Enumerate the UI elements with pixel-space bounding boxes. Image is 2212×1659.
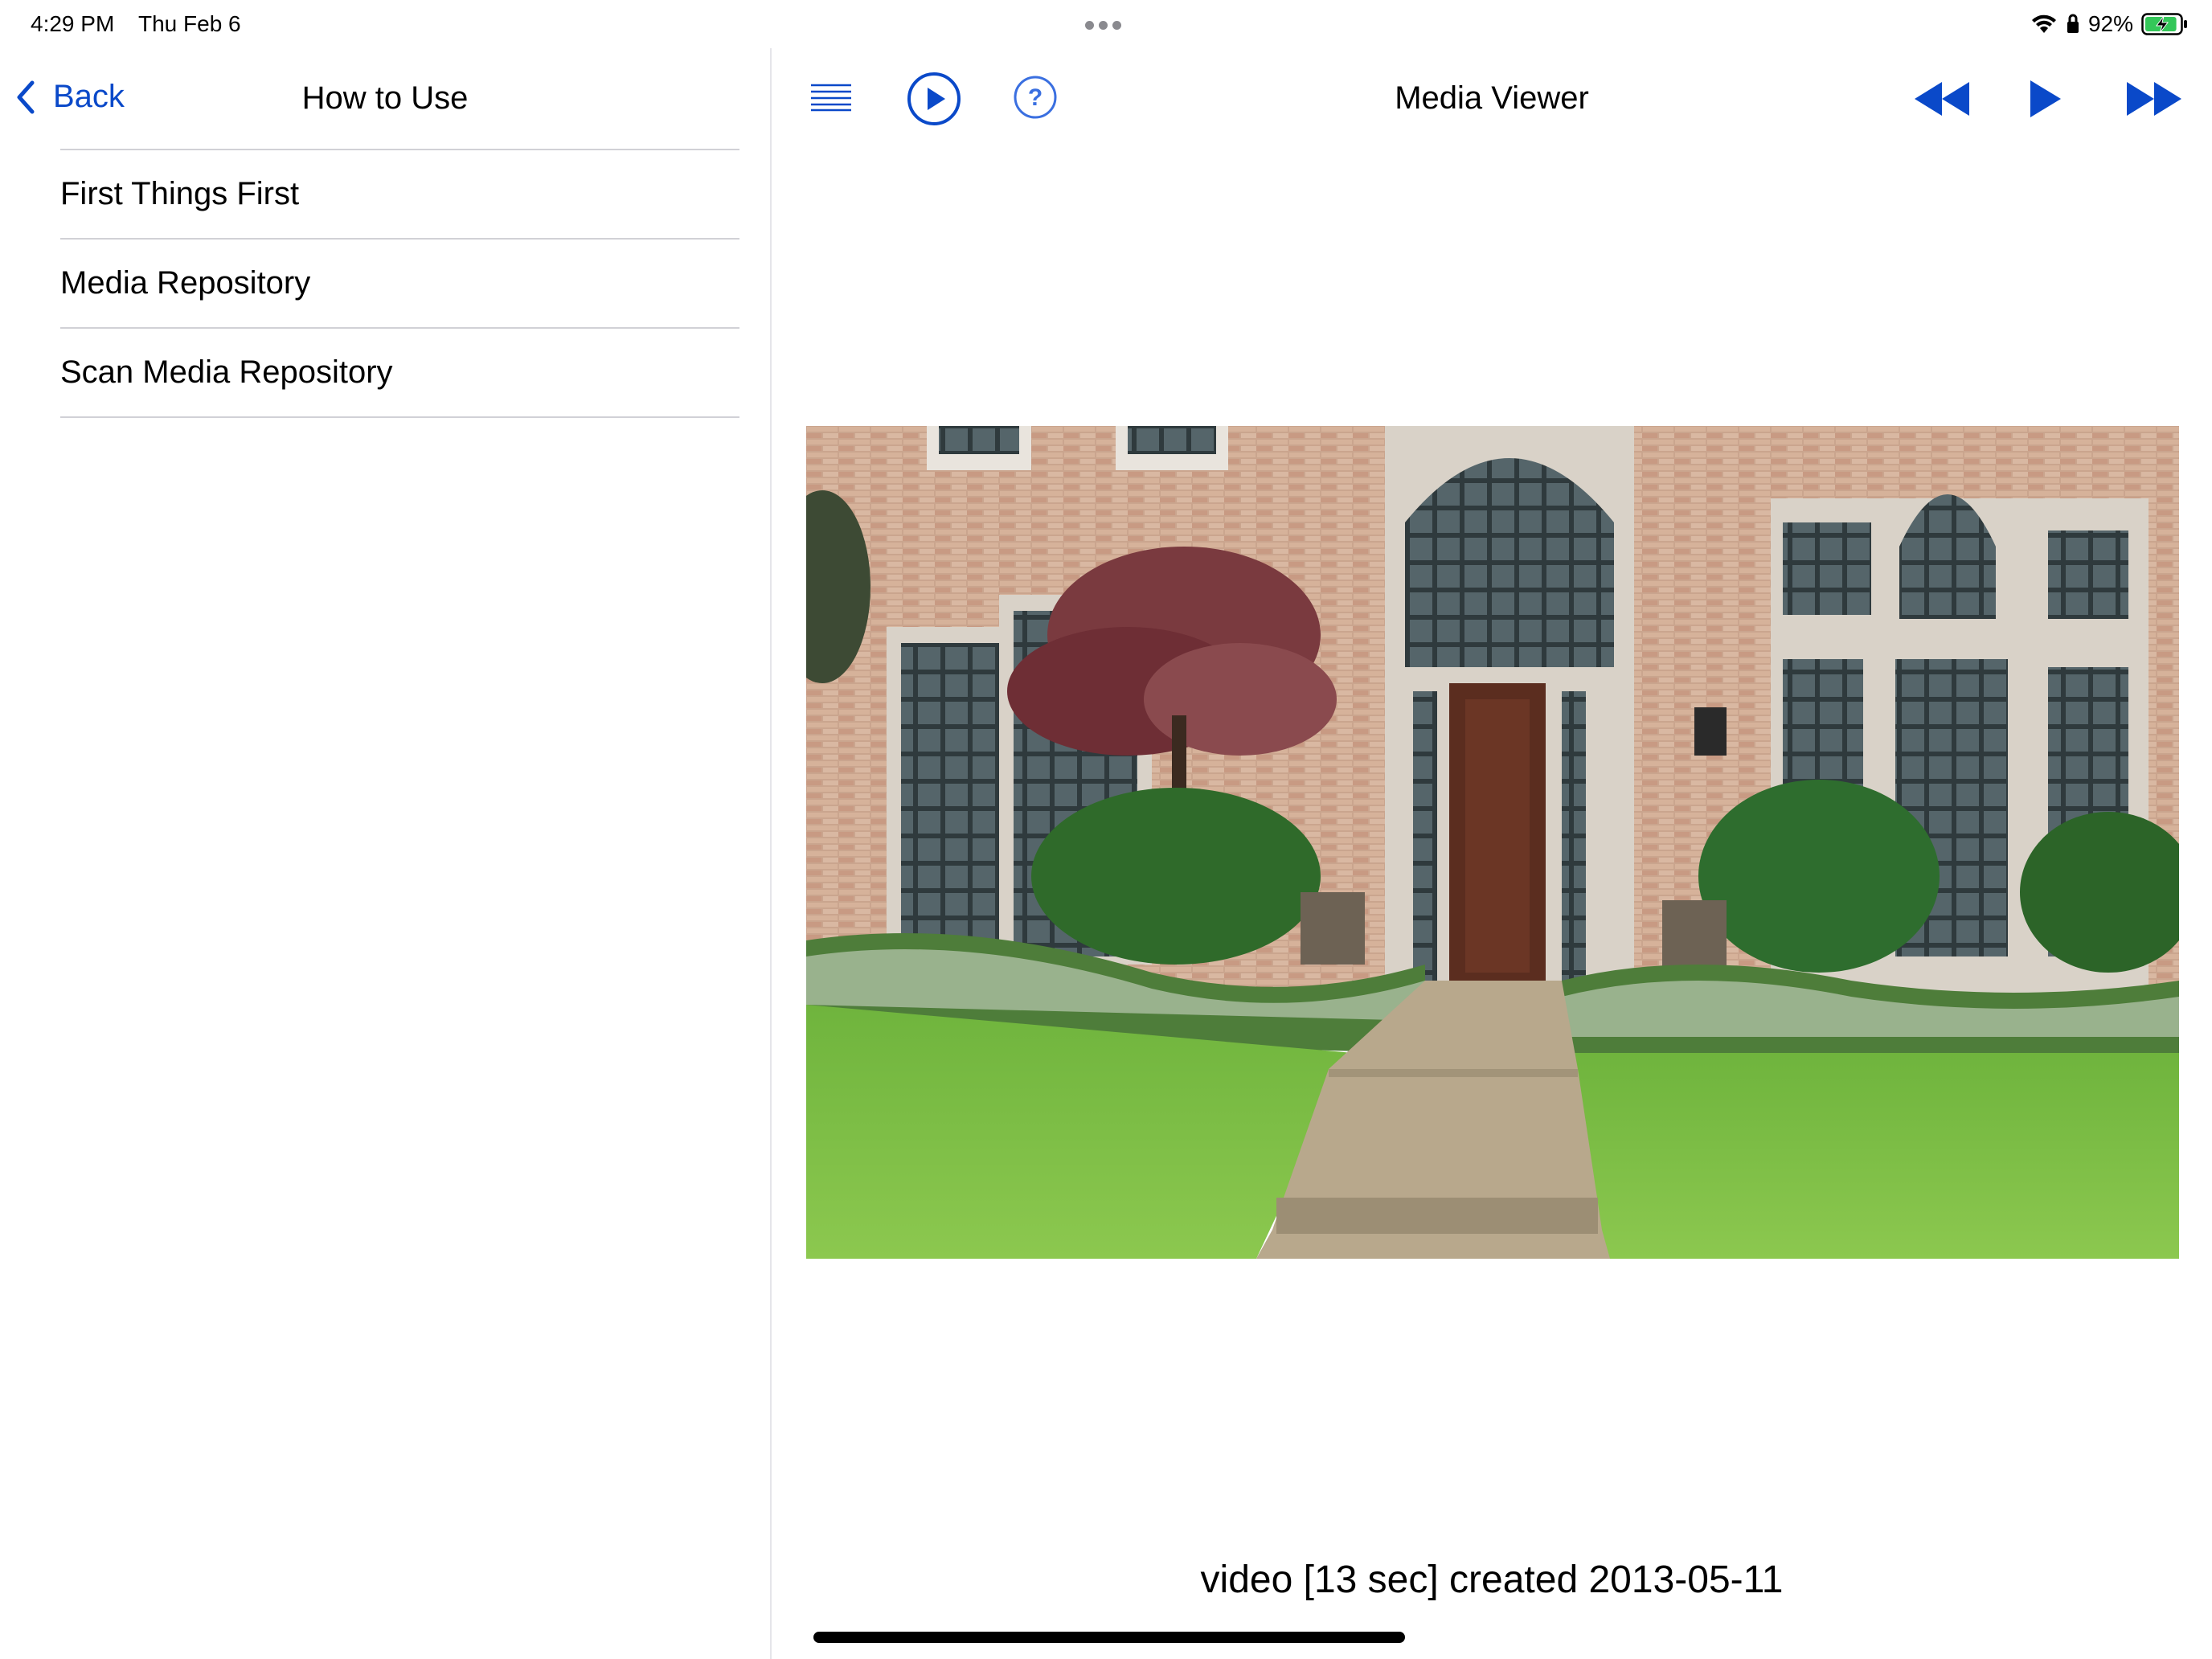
wifi-icon [2031,14,2056,33]
sidebar-item-scan-media-repository[interactable]: Scan Media Repository [60,329,739,418]
battery-percent: 92% [2087,11,2133,36]
status-date: Thu Feb 6 [138,11,241,36]
page-title: Media Viewer [1395,80,1589,116]
battery-charging-icon [2141,13,2187,35]
sidebar-item-label: First Things First [60,176,300,211]
sidebar-list: First Things First Media Repository Scan… [60,149,739,418]
sidebar: Back How to Use First Things First Media… [0,48,772,1659]
sidebar-title: How to Use [301,80,469,116]
status-time: 4:29 PM [31,11,115,36]
media-caption: video [13 sec] created 2013-05-11 [1200,1559,1784,1601]
house-photo [806,426,2179,1259]
sidebar-item-media-repository[interactable]: Media Repository [60,240,739,329]
sidebar-item-first-things-first[interactable]: First Things First [60,150,739,240]
multitasking-dots-icon[interactable] [1085,19,1129,30]
status-bar: 4:29 PM Thu Feb 6 92% [0,0,2212,48]
home-indicator[interactable] [813,1632,1405,1643]
rewind-icon[interactable] [1913,80,1971,117]
play-icon[interactable] [2029,79,2062,119]
sidebar-item-label: Scan Media Repository [60,354,393,390]
status-indicators: 92% [2030,10,2188,39]
media-preview-image[interactable] [806,426,2179,1259]
media-viewer-pane: ? Media Viewer video [13 sec] created 20… [772,48,2212,1659]
sidebar-item-label: Media Repository [60,265,311,301]
fast-forward-icon[interactable] [2125,80,2183,117]
lock-rotation-icon [2067,14,2079,33]
